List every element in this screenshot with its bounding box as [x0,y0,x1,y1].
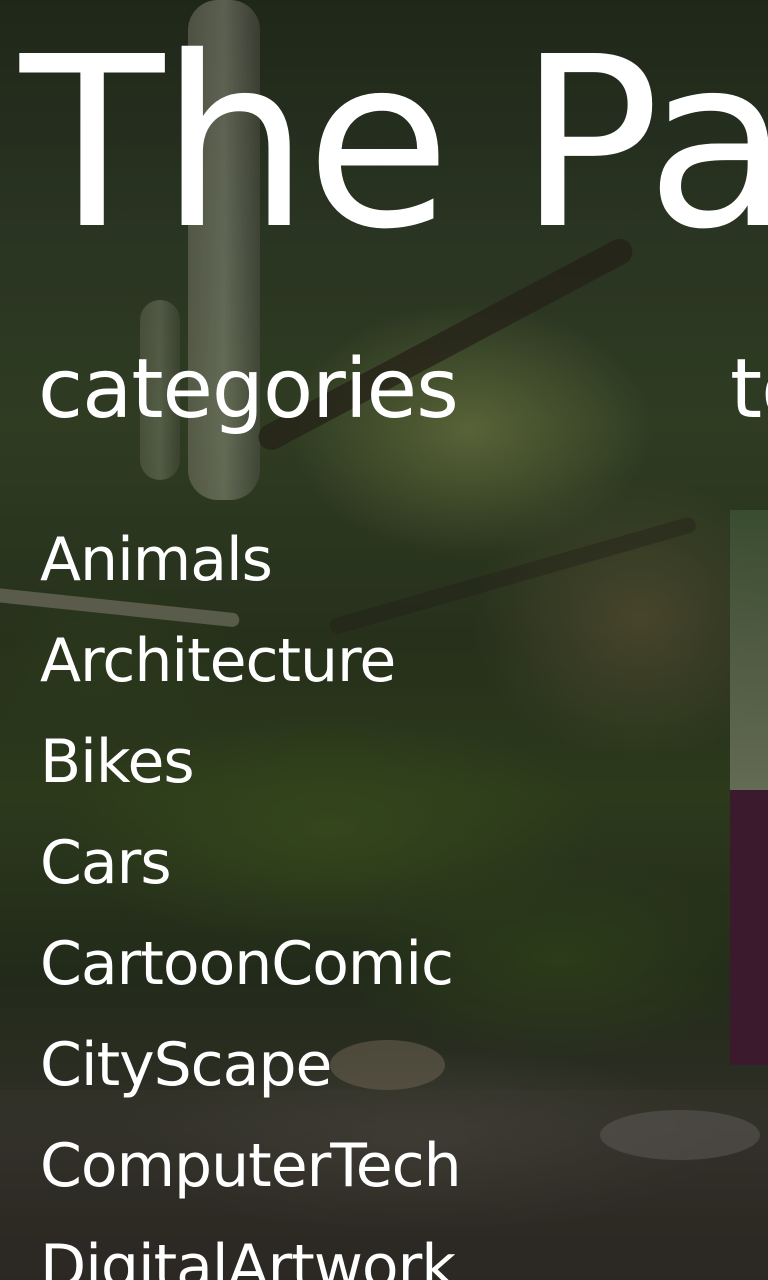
category-item-cityscape[interactable]: CityScape [40,1015,461,1116]
category-item-cartooncomic[interactable]: CartoonComic [40,914,461,1015]
category-item-bikes[interactable]: Bikes [40,712,461,813]
panorama-screen: The Paper categories top Animals Archite… [0,0,768,1280]
section-header-categories[interactable]: categories [38,340,459,440]
category-item-digitalartwork[interactable]: DigitalArtwork [40,1217,461,1280]
app-title: The Paper [20,6,768,281]
category-item-computertech[interactable]: ComputerTech [40,1116,462,1217]
next-section-image-tile[interactable] [730,510,768,790]
category-list: Animals Architecture Bikes Cars CartoonC… [40,510,462,1280]
category-item-architecture[interactable]: Architecture [40,611,461,712]
category-item-animals[interactable]: Animals [40,510,461,611]
next-section-accent-tile[interactable] [730,790,768,1065]
category-item-cars[interactable]: Cars [40,813,461,914]
section-header-next[interactable]: top [730,340,768,440]
